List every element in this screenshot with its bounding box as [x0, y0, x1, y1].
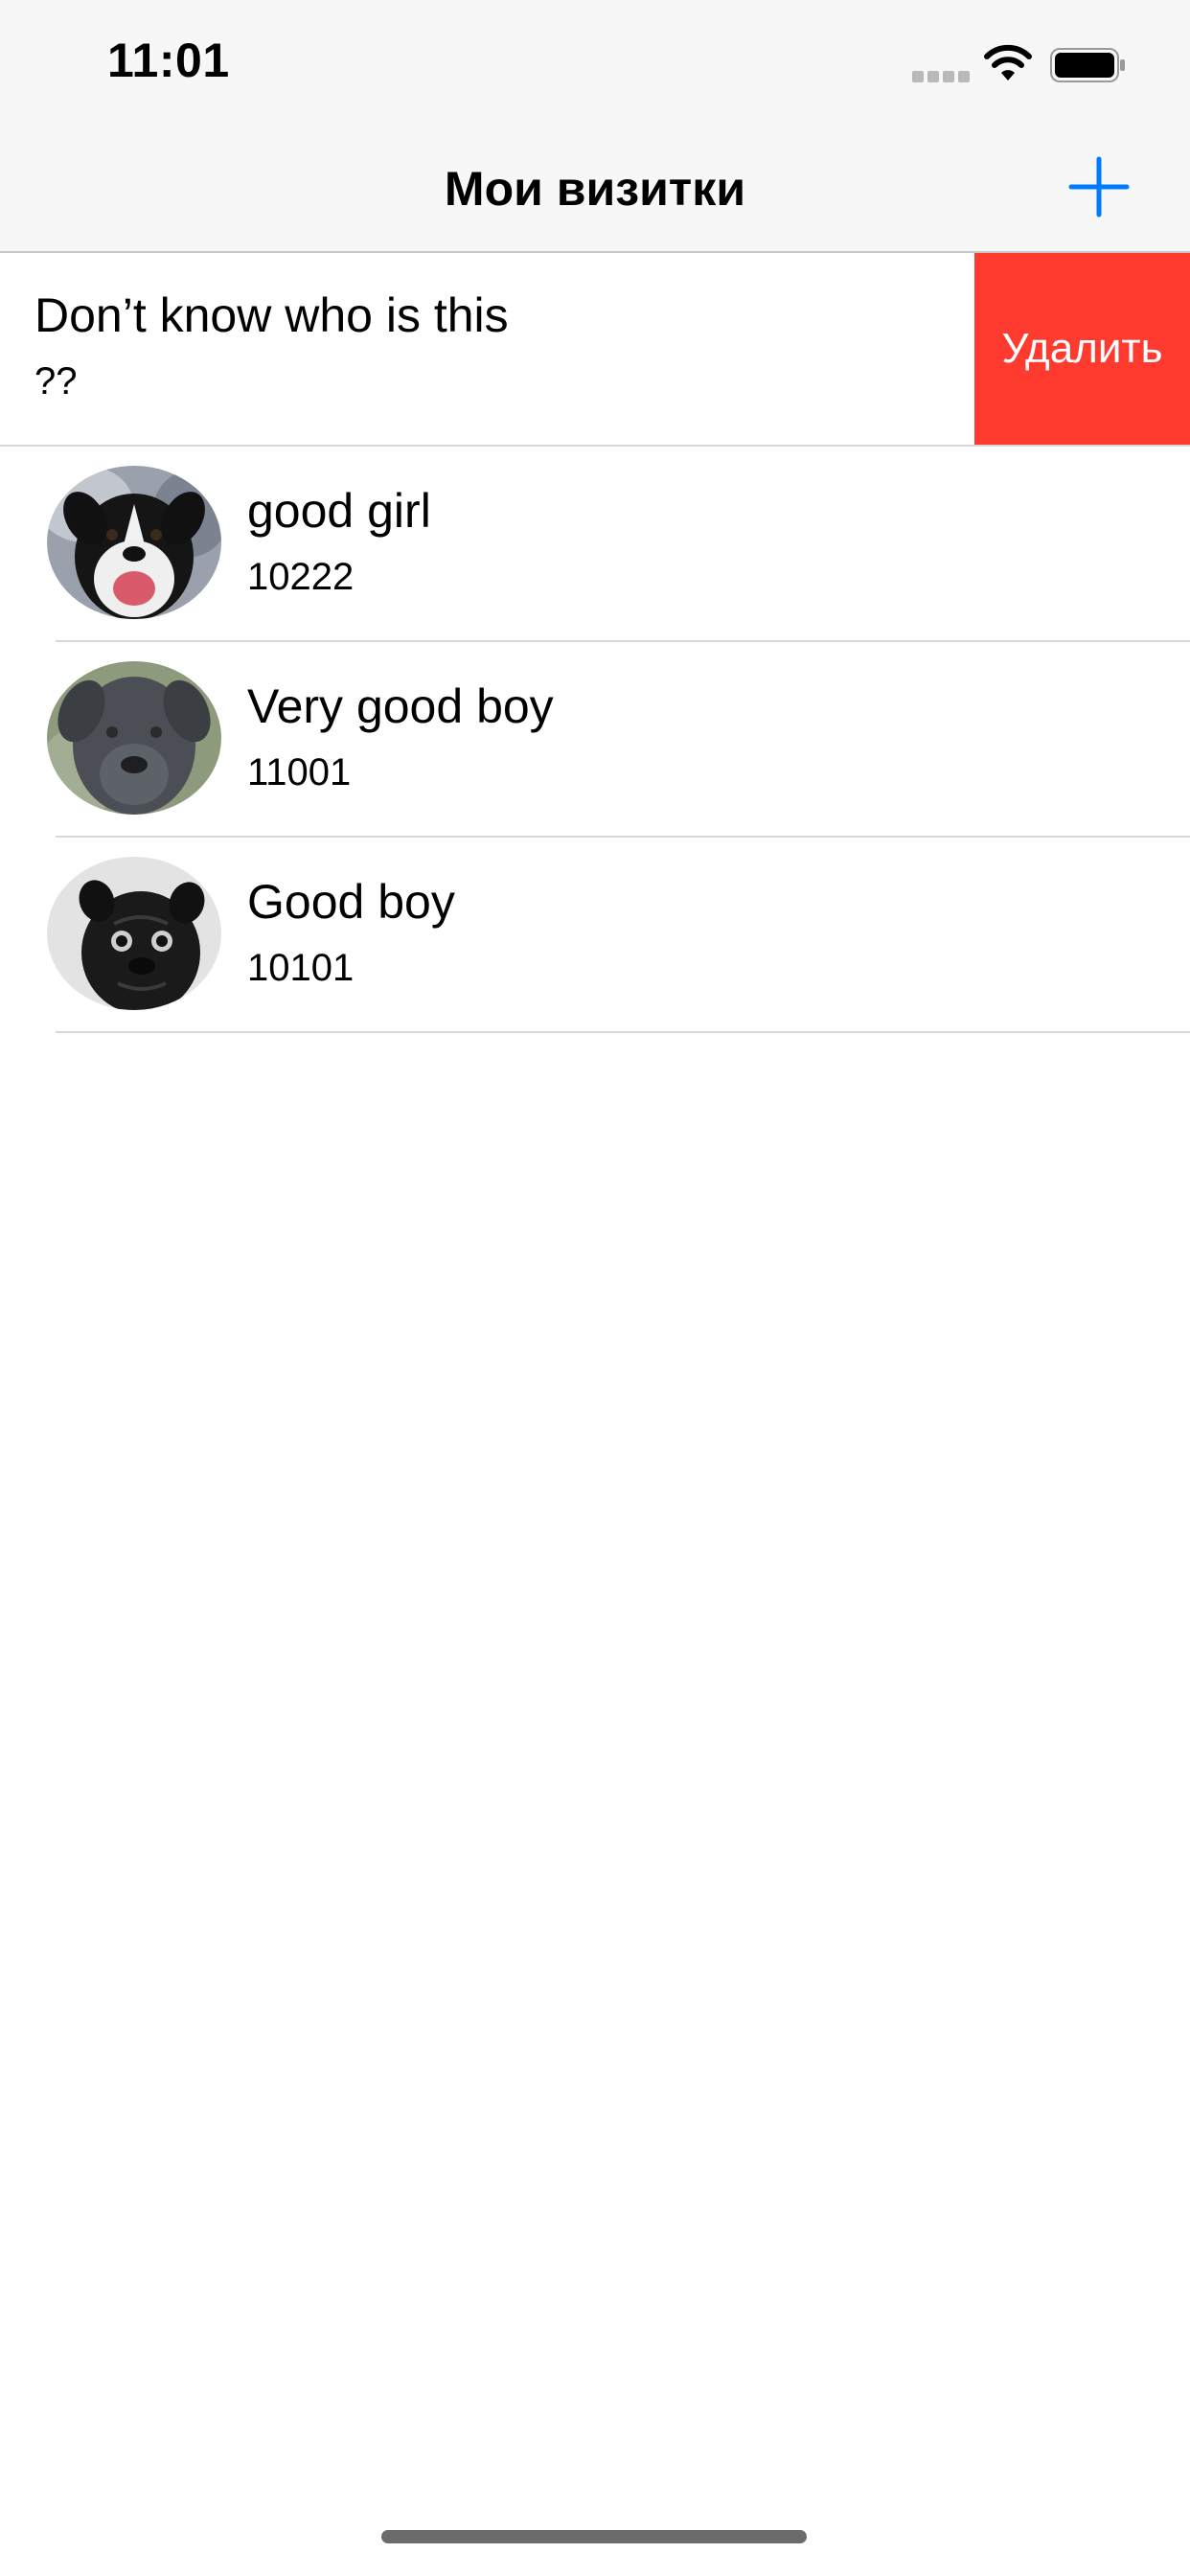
swiped-row-content[interactable]: Don’t know who is this ?? [0, 253, 974, 445]
page-title: Мои визитки [444, 162, 746, 216]
cards-list: Don’t know who is this ?? Удалить good g… [0, 253, 1190, 1033]
list-item[interactable]: Good boy 10101 [0, 838, 1190, 1033]
card-name: Good boy [247, 875, 455, 929]
avatar [47, 466, 221, 619]
plus-icon [1068, 156, 1130, 218]
avatar [47, 661, 221, 815]
card-name: Don’t know who is this [34, 288, 509, 342]
wifi-icon [984, 44, 1032, 80]
avatar [47, 857, 221, 1010]
card-number: 10222 [247, 556, 355, 598]
navigation-bar: Мои визитки [0, 126, 1190, 253]
signal-icon [912, 71, 970, 82]
dog-photo [47, 857, 221, 1010]
delete-button[interactable]: Удалить [974, 253, 1190, 445]
card-name: good girl [247, 484, 431, 538]
add-card-button[interactable] [1065, 153, 1133, 220]
dog-photo [47, 661, 221, 815]
card-number: 11001 [247, 751, 352, 794]
battery-icon [1050, 48, 1125, 82]
status-time: 11:01 [107, 34, 230, 87]
card-number: ?? [34, 360, 78, 402]
list-item[interactable]: Very good boy 11001 [0, 642, 1190, 838]
list-item[interactable]: good girl 10222 [0, 447, 1190, 642]
status-bar: 11:01 [0, 0, 1190, 126]
card-name: Very good boy [247, 679, 554, 733]
home-indicator[interactable] [381, 2530, 807, 2543]
list-item-swiped[interactable]: Don’t know who is this ?? Удалить [0, 253, 1190, 447]
dog-photo [47, 466, 221, 619]
card-number: 10101 [247, 947, 355, 989]
